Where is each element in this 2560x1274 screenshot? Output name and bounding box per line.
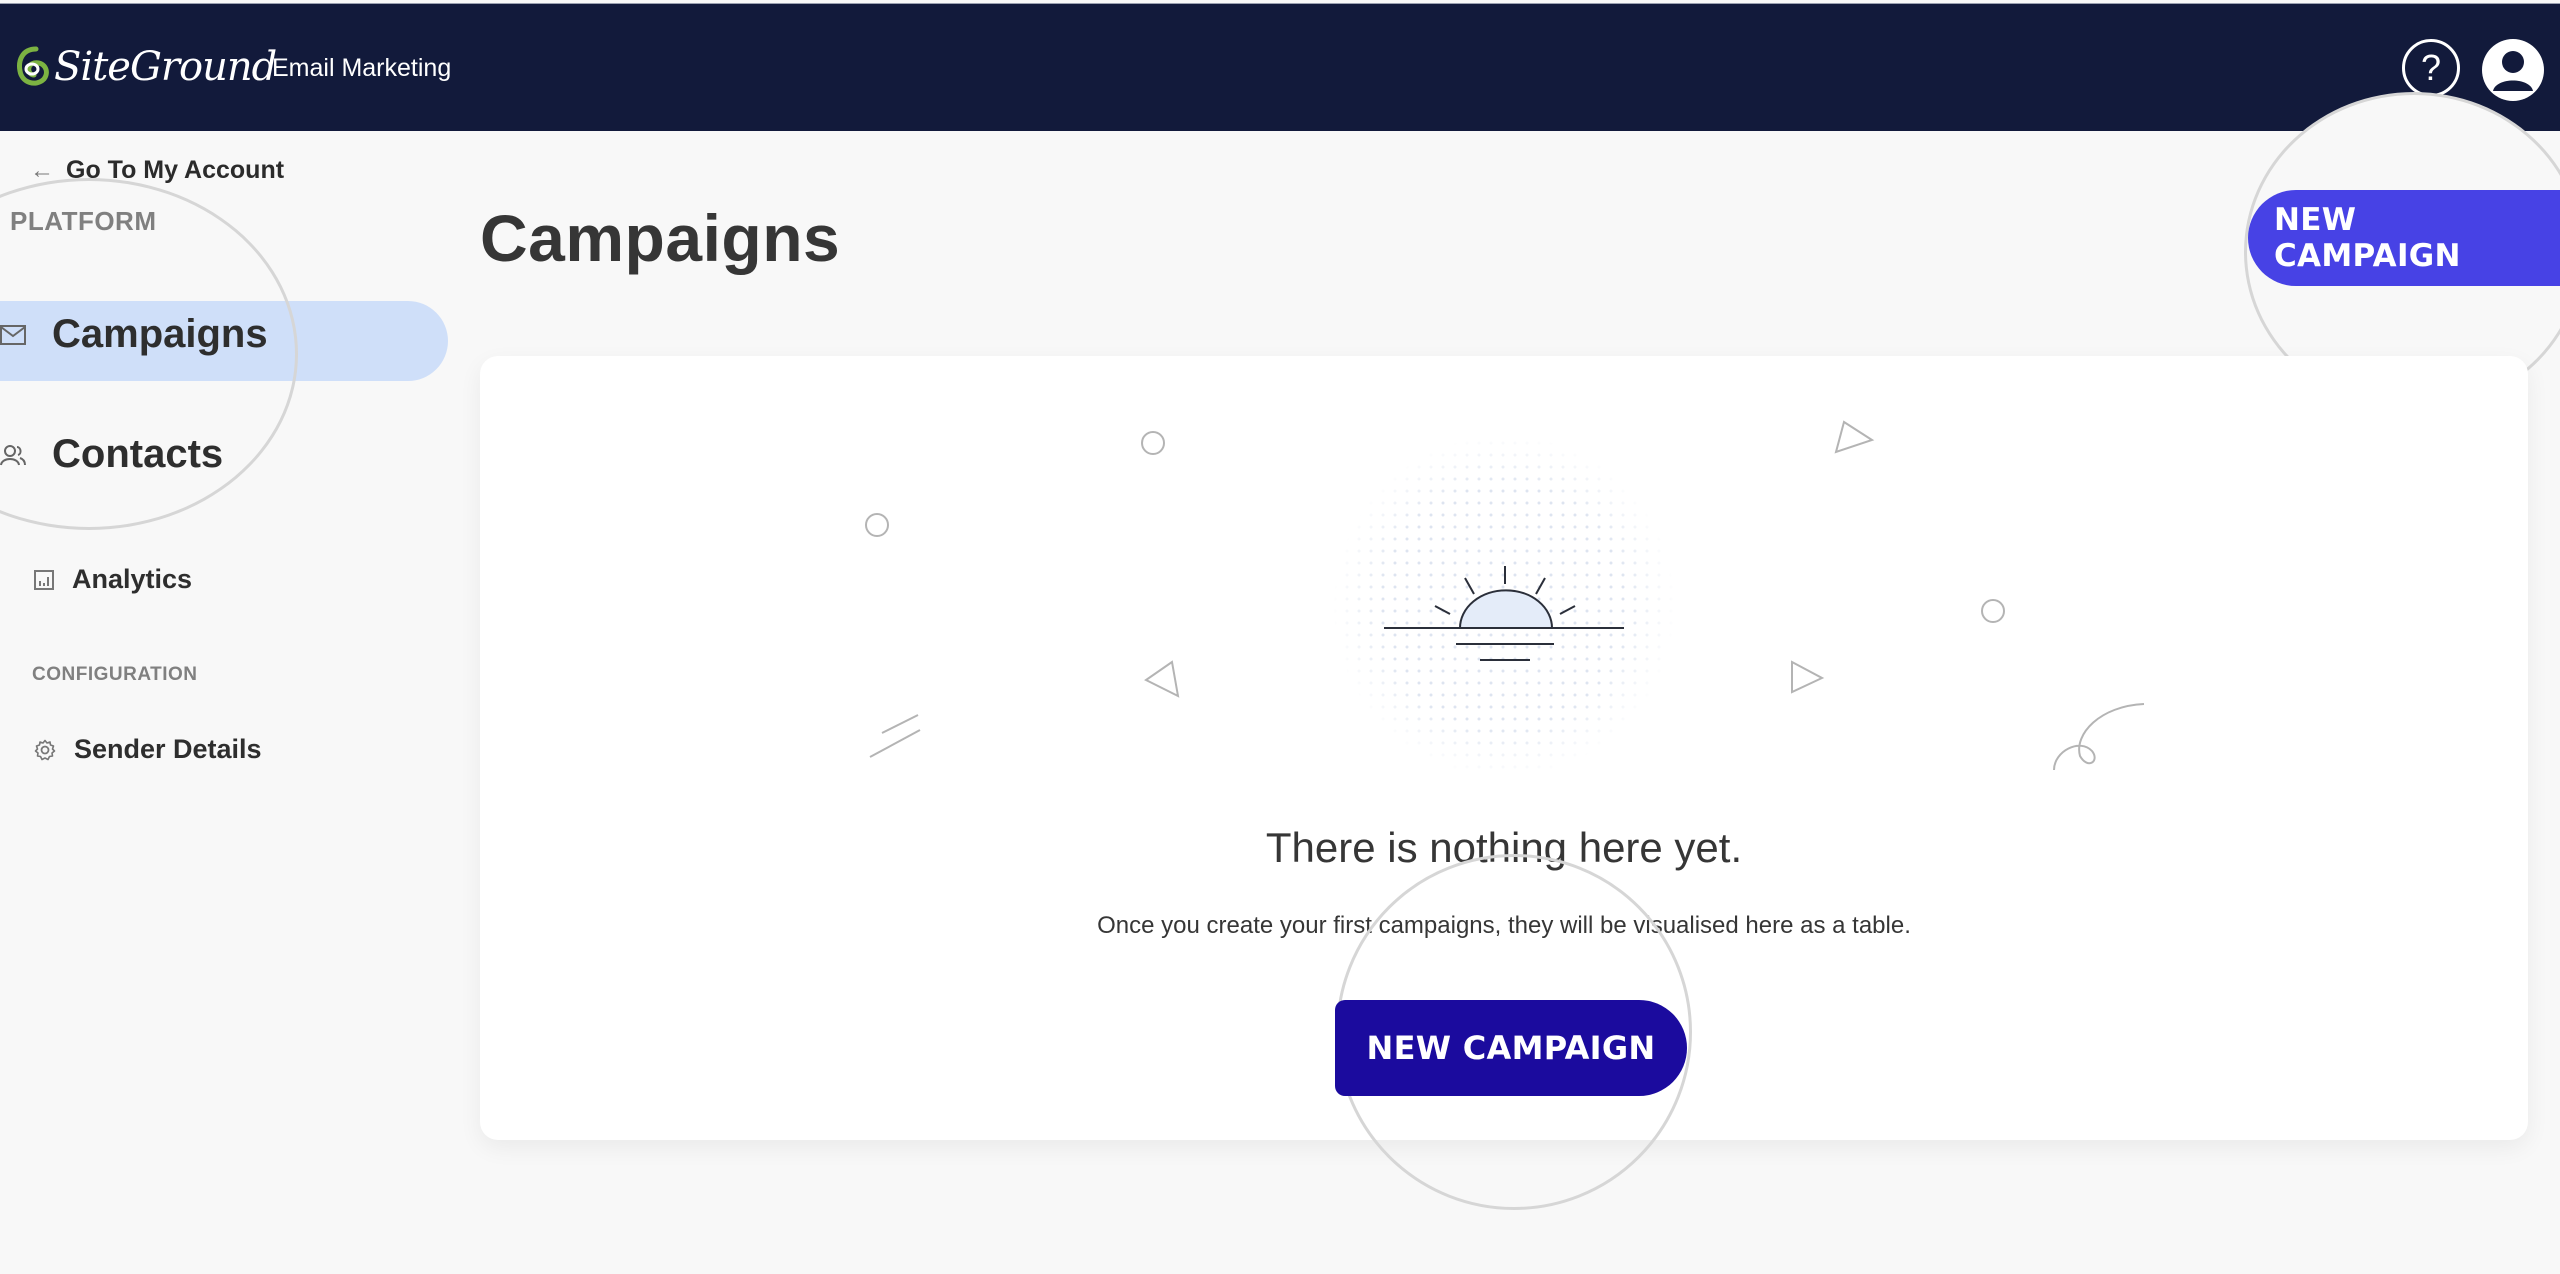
section-label-configuration: CONFIGURATION <box>32 664 198 685</box>
empty-state-description: Once you create your first campaigns, th… <box>1097 912 1911 939</box>
sidebar-item-label: Sender Details <box>74 734 262 764</box>
sidebar-item-analytics[interactable]: Analytics <box>34 564 192 595</box>
user-avatar-icon <box>2493 51 2533 91</box>
brand-name: SiteGround <box>54 44 277 90</box>
siteground-logo-icon <box>16 45 50 89</box>
gear-icon <box>34 739 56 761</box>
question-circle-icon: ? <box>2420 47 2442 88</box>
page-title: Campaigns <box>480 201 841 275</box>
app-name: Email Marketing <box>272 54 452 82</box>
sidebar-item-campaigns[interactable]: Campaigns <box>0 312 268 357</box>
empty-state-title: There is nothing here yet. <box>1265 824 1743 871</box>
section-label-platform: PLATFORM <box>10 206 157 236</box>
brand-logo[interactable]: SiteGround <box>16 44 277 90</box>
bar-chart-icon <box>34 569 54 590</box>
empty-state-illustration <box>865 420 2145 778</box>
account-avatar-button[interactable] <box>2482 39 2544 101</box>
new-campaign-button[interactable]: NEW CAMPAIGN <box>1335 1000 1687 1096</box>
arrow-left-icon: ← <box>30 156 54 184</box>
envelope-icon <box>0 324 26 346</box>
users-icon <box>0 443 26 467</box>
new-campaign-button-header[interactable]: NEW CAMPAIGN <box>2248 190 2560 286</box>
sidebar-item-label: Campaigns <box>52 312 268 356</box>
back-link-label: Go To My Account <box>66 156 285 184</box>
top-bar: SiteGround Email Marketing ? <box>0 3 2560 131</box>
go-to-my-account-link[interactable]: ← Go To My Account <box>30 156 284 185</box>
sidebar-item-sender-details[interactable]: Sender Details <box>34 734 262 765</box>
sidebar-item-contacts[interactable]: Contacts <box>0 432 223 477</box>
help-button[interactable]: ? <box>2402 39 2460 97</box>
sidebar-item-label: Analytics <box>72 564 193 594</box>
empty-state-card: There is nothing here yet. Once you crea… <box>480 356 2528 1210</box>
sidebar-item-label: Contacts <box>52 432 224 476</box>
